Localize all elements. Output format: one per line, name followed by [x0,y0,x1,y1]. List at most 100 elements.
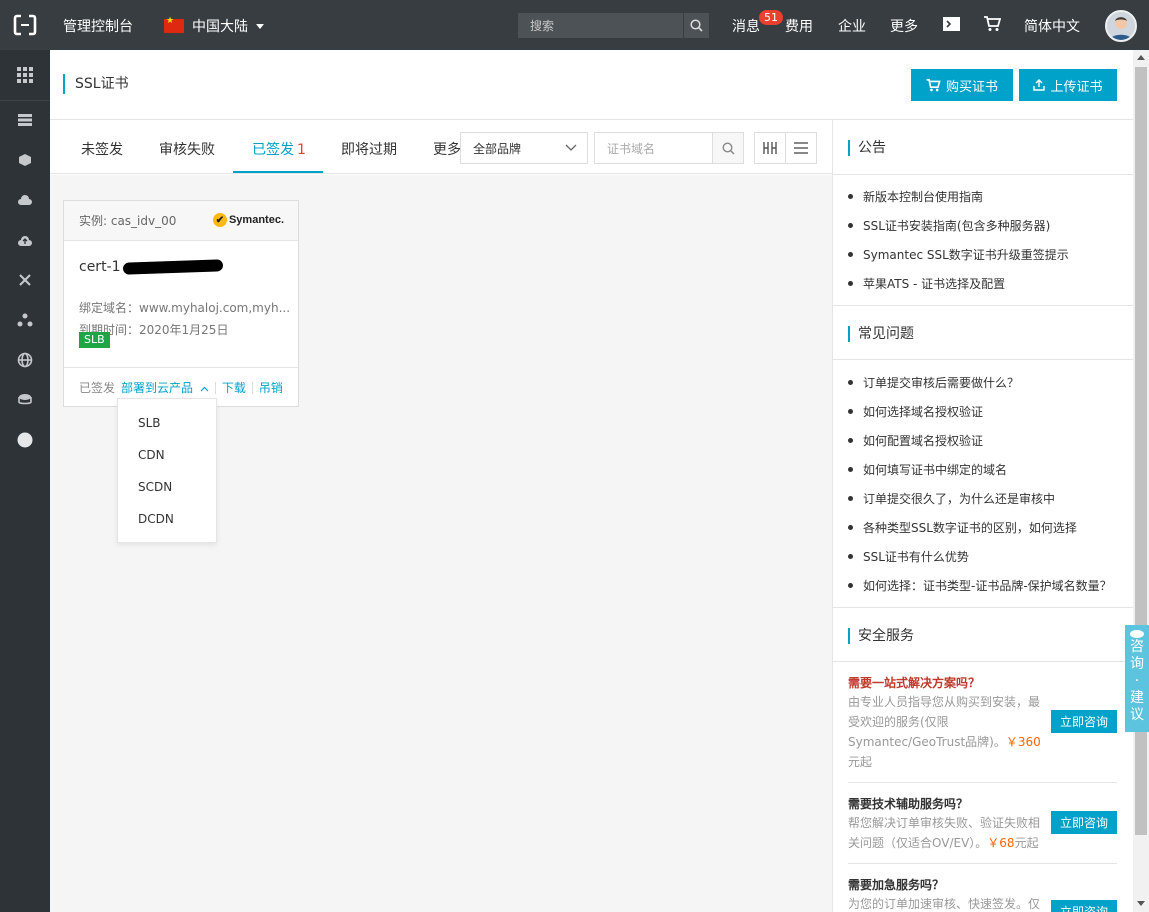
consult-now-button[interactable]: 立即咨询 [1051,811,1117,834]
announcement-item[interactable]: SSL证书安装指南(包含多种服务器) [848,217,1050,234]
cart-icon[interactable] [984,16,1002,36]
global-search[interactable]: 搜索 [518,13,709,38]
console-link[interactable]: 管理控制台 [63,16,133,36]
list-view-icon[interactable] [785,133,816,163]
service-description: 为您的订单加速审核、快速签发。仅 [848,894,1044,912]
brand-select-value: 全部品牌 [473,141,522,156]
faq-item[interactable]: 订单提交很久了，为什么还是审核中 [848,490,1055,507]
upload-icon [1033,79,1046,91]
deploy-option-dcdn[interactable]: DCDN [138,512,174,526]
search-input[interactable]: 搜索 [518,17,683,34]
buy-certificate-button[interactable]: 购买证书 [911,69,1013,101]
divider [214,381,216,394]
message-count-badge: 51 [759,10,783,25]
brand-select[interactable]: 全部品牌 [460,132,588,164]
download-link[interactable]: 下载 [222,379,246,396]
announcement-item[interactable]: 苹果ATS - 证书选择及配置 [848,275,1005,292]
faq-item[interactable]: 订单提交审核后需要做什么？ [848,374,1019,391]
tab-issued[interactable]: 已签发 1 [252,139,306,159]
panel-divider [833,305,1133,306]
service-title: 需要一站式解决方案吗？ [848,676,981,690]
storage-icon[interactable] [15,390,35,410]
cube-icon[interactable] [15,150,35,170]
service-divider [848,863,1117,864]
tab-more[interactable]: 更多 [433,139,461,159]
revoke-link[interactable]: 吊销 [259,379,283,396]
region-selector[interactable]: 中国大陆 [164,16,264,36]
faq-item[interactable]: 如何选择域名授权验证 [848,403,983,420]
faq-item[interactable]: 各种类型SSL数字证书的区别，如何选择 [848,519,1077,536]
deploy-option-scdn[interactable]: SCDN [138,480,172,494]
language-switcher[interactable]: 简体中文 [1024,16,1080,36]
scroll-down-icon[interactable] [1137,901,1145,906]
nav-enterprise[interactable]: 企业 [838,16,866,36]
announcement-item[interactable]: 新版本控制台使用指南 [848,188,983,205]
faq-item[interactable]: 如何配置域名授权验证 [848,432,983,449]
instance-id: 实例: cas_idv_00 [79,214,177,228]
network-icon[interactable] [15,270,35,290]
service-desc-text: 为您的订单加速审核、快速签发。仅 [848,897,1041,911]
checkmark-icon: ✔ [212,213,227,227]
domain-search[interactable]: 证书域名 [594,132,744,164]
cluster-icon[interactable] [15,310,35,330]
tab-audit-failed[interactable]: 审核失败 [159,139,215,159]
security-service-title: 安全服务 [848,628,914,644]
user-avatar[interactable] [1105,10,1137,42]
caret-down-icon [256,23,264,29]
widget-char: 建 [1130,690,1144,706]
page-scrollbar[interactable] [1133,50,1149,912]
tab-expiring[interactable]: 即将过期 [341,139,397,159]
search-icon[interactable] [683,13,709,38]
card-view-icon[interactable] [755,133,785,163]
deploy-option-slb[interactable]: SLB [138,416,161,430]
divider [251,381,253,394]
domain-search-input[interactable]: 证书域名 [595,140,712,157]
page-title: SSL证书 [63,74,129,94]
nav-messages[interactable]: 消息 [732,16,760,36]
deploy-dropdown-menu: SLB CDN SCDN DCDN [117,398,217,543]
tab-issued-count: 1 [297,142,306,158]
status-tabs: 未签发 审核失败 已签发 1 即将过期 更多 全部品牌 证书域名 [50,120,832,174]
grid-icon[interactable] [15,65,35,85]
slb-tag: SLB [79,332,110,348]
consult-suggest-widget[interactable]: 咨 询 · 建 议 [1125,625,1149,732]
nav-billing[interactable]: 费用 [785,16,813,36]
scroll-up-icon[interactable] [1137,55,1145,60]
buy-certificate-label: 购买证书 [945,79,998,95]
widget-char: · [1134,673,1140,689]
aliyun-logo-icon[interactable] [13,13,37,37]
consult-now-button[interactable]: 立即咨询 [1051,710,1117,733]
panel-divider [833,607,1133,608]
faq-item[interactable]: 如何选择：证书类型-证书品牌-保护域名数量？ [848,577,1112,594]
faq-item[interactable]: 如何填写证书中绑定的域名 [848,461,1007,478]
china-flag-icon [164,16,184,33]
cloud-upload-icon[interactable] [15,230,35,250]
region-label: 中国大陆 [192,19,248,35]
consult-now-button[interactable]: 立即咨询 [1051,900,1117,912]
cards-area: 实例: cas_idv_00 ✔ Symantec. cert-1 绑定域名：w… [50,175,832,912]
cloud-icon[interactable] [15,190,35,210]
deploy-option-cdn[interactable]: CDN [138,448,165,462]
nav-more[interactable]: 更多 [890,16,918,36]
panel-divider [833,661,1133,662]
circle-icon[interactable] [15,430,35,450]
search-icon[interactable] [712,133,743,163]
faq-item[interactable]: SSL证书有什么优势 [848,548,969,565]
terminal-icon[interactable] [943,17,960,35]
chevron-up-icon [200,386,209,392]
service-price-suffix: 元起 [1014,836,1039,850]
card-header: 实例: cas_idv_00 ✔ Symantec. [64,201,298,241]
chevron-down-icon [565,144,577,151]
list-icon[interactable] [15,110,35,130]
cart-icon [926,78,941,91]
announcement-item[interactable]: Symantec SSL数字证书升级重签提示 [848,246,1069,263]
sidebar-divider [0,100,50,101]
tab-unissued[interactable]: 未签发 [81,139,123,159]
deploy-to-cloud-link[interactable]: 部署到云产品 [121,379,209,396]
globe-icon[interactable] [15,350,35,370]
certificate-name: cert-1 [79,259,223,275]
page-header: SSL证书 购买证书 上传证书 [50,50,1133,120]
service-price: ￥68 [987,836,1015,850]
upload-certificate-label: 上传证书 [1050,79,1103,95]
upload-certificate-button[interactable]: 上传证书 [1019,69,1117,101]
